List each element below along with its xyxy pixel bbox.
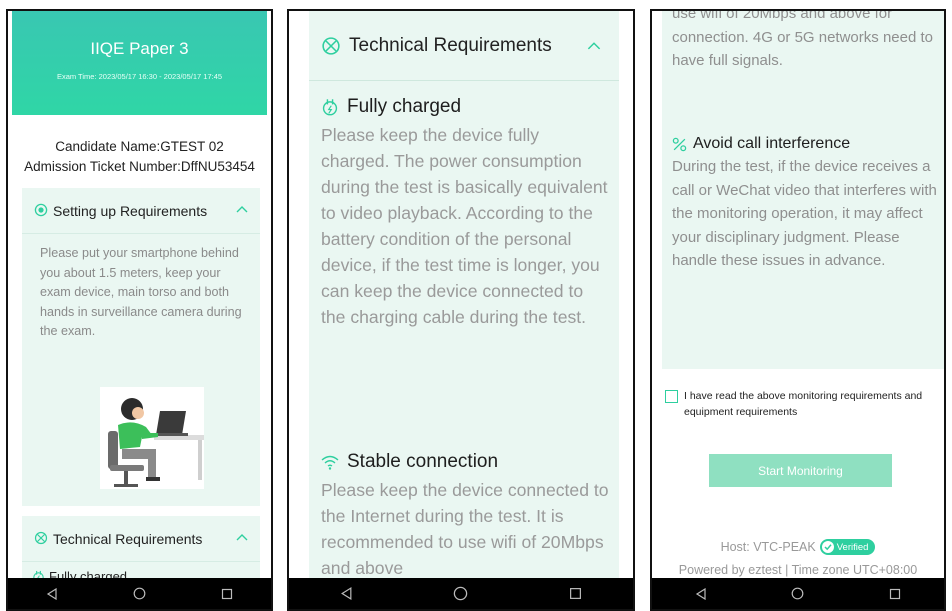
technical-requirements-title: Technical Requirements — [53, 531, 203, 547]
technical-requirements-title: Technical Requirements — [349, 35, 552, 56]
technical-requirements-header[interactable]: Technical Requirements — [22, 516, 260, 562]
technical-requirements-card: Technical Requirements Fully charged — [22, 516, 260, 578]
avoid-interference-text: During the test, if the device receives … — [672, 158, 937, 269]
radio-target-icon — [34, 203, 48, 217]
nav-back-button[interactable] — [331, 582, 361, 606]
technical-requirements-header[interactable]: Technical Requirements — [309, 11, 619, 81]
exam-title: IIQE Paper 3 — [90, 39, 189, 58]
nav-home-button[interactable] — [783, 582, 813, 606]
android-nav-bar — [652, 578, 944, 609]
square-recent-icon — [890, 588, 901, 599]
verified-label: Verified — [836, 541, 869, 553]
nav-recent-button[interactable] — [880, 582, 910, 606]
circle-home-icon — [454, 586, 468, 601]
nav-recent-button[interactable] — [212, 582, 242, 606]
screen-content-2: Technical Requirements Fully charged Ple… — [289, 11, 633, 578]
stable-connection-section: Stable connection Please keep the device… — [321, 451, 611, 578]
square-recent-icon — [570, 588, 582, 599]
stable-connection-title: Stable connection — [347, 451, 499, 472]
android-nav-bar — [8, 578, 271, 609]
phone-screen-3: use wifi of 20Mbps and above for connect… — [650, 9, 946, 611]
agree-checkbox[interactable] — [665, 390, 678, 403]
wifi-icon — [321, 455, 339, 470]
host-label: Host: VTC-PEAK — [720, 540, 816, 554]
admission-ticket-number: Admission Ticket Number:DffNU53454 — [24, 159, 255, 174]
check-icon — [821, 541, 834, 553]
screen-content-3: use wifi of 20Mbps and above for connect… — [652, 11, 944, 578]
nav-back-button[interactable] — [37, 582, 67, 606]
nav-back-button[interactable] — [686, 582, 716, 606]
fully-charged-title: Fully charged — [347, 96, 462, 117]
candidate-info: Candidate Name:GTEST 02 Admission Ticket… — [8, 137, 271, 177]
verified-badge: Verified — [819, 539, 876, 555]
agree-label[interactable]: I have read the above monitoring require… — [684, 388, 940, 420]
screen-content-1: IIQE Paper 3 Exam Time: 2023/05/17 16:30… — [8, 11, 271, 578]
gear-cross-icon — [34, 531, 48, 545]
powered-by-footer: Powered by eztest | Time zone UTC+08:00 — [678, 563, 918, 577]
triangle-back-icon — [695, 587, 706, 600]
setup-requirements-card: Setting up Requirements Please put your … — [22, 188, 260, 506]
phone-screen-2: Technical Requirements Fully charged Ple… — [287, 9, 635, 611]
nav-recent-button[interactable] — [561, 582, 591, 606]
avoid-interference-section: Avoid call interference During the test,… — [672, 135, 942, 273]
agree-row[interactable]: I have read the above monitoring require… — [665, 388, 940, 420]
fully-charged-text: Please keep the device fully charged. Th… — [321, 125, 608, 327]
stable-connection-heading: Stable connection — [321, 451, 611, 473]
fully-charged-item: Fully charged — [32, 569, 127, 578]
plug-icon — [33, 570, 44, 578]
stable-connection-text: Please keep the device connected to the … — [321, 480, 609, 578]
chevron-up-icon[interactable] — [236, 533, 248, 541]
fully-charged-heading: Fully charged — [321, 96, 611, 118]
plug-icon — [322, 99, 338, 116]
setup-requirements-text: Please put your smartphone behind you ab… — [40, 246, 242, 338]
technical-requirements-card-continued: use wifi of 20Mbps and above for connect… — [662, 11, 944, 369]
setup-requirements-title: Setting up Requirements — [53, 203, 208, 219]
gear-cross-icon — [322, 37, 340, 55]
candidate-at-laptop-illustration — [94, 383, 209, 493]
technical-requirements-card: Technical Requirements Fully charged Ple… — [309, 11, 619, 578]
exam-banner: IIQE Paper 3 Exam Time: 2023/05/17 16:30… — [12, 11, 267, 115]
exam-time: Exam Time: 2023/05/17 16:30 - 2023/05/17… — [56, 72, 223, 81]
candidate-name: Candidate Name:GTEST 02 — [55, 139, 224, 154]
phone-screen-1: IIQE Paper 3 Exam Time: 2023/05/17 16:30… — [6, 9, 273, 611]
stable-connection-text-continued: use wifi of 20Mbps and above for connect… — [672, 11, 933, 69]
android-nav-bar — [289, 578, 633, 609]
chevron-up-icon[interactable] — [236, 205, 248, 213]
nav-home-button[interactable] — [124, 582, 154, 606]
fully-charged-label: Fully charged — [49, 569, 128, 578]
square-recent-icon — [222, 588, 233, 599]
circle-home-icon — [133, 587, 146, 600]
chevron-up-icon[interactable] — [587, 41, 601, 50]
triangle-back-icon — [340, 587, 352, 600]
nav-home-button[interactable] — [446, 582, 476, 606]
host-row: Host: VTC-PEAK Verified — [652, 539, 944, 555]
triangle-back-icon — [46, 587, 57, 600]
percent-icon — [672, 137, 687, 151]
fully-charged-section: Fully charged Please keep the device ful… — [321, 96, 611, 330]
circle-home-icon — [792, 587, 804, 600]
setup-requirements-header[interactable]: Setting up Requirements — [22, 188, 260, 234]
start-monitoring-button[interactable]: Start Monitoring — [709, 454, 892, 487]
avoid-interference-heading: Avoid call interference — [672, 135, 942, 153]
avoid-interference-title: Avoid call interference — [693, 135, 851, 152]
